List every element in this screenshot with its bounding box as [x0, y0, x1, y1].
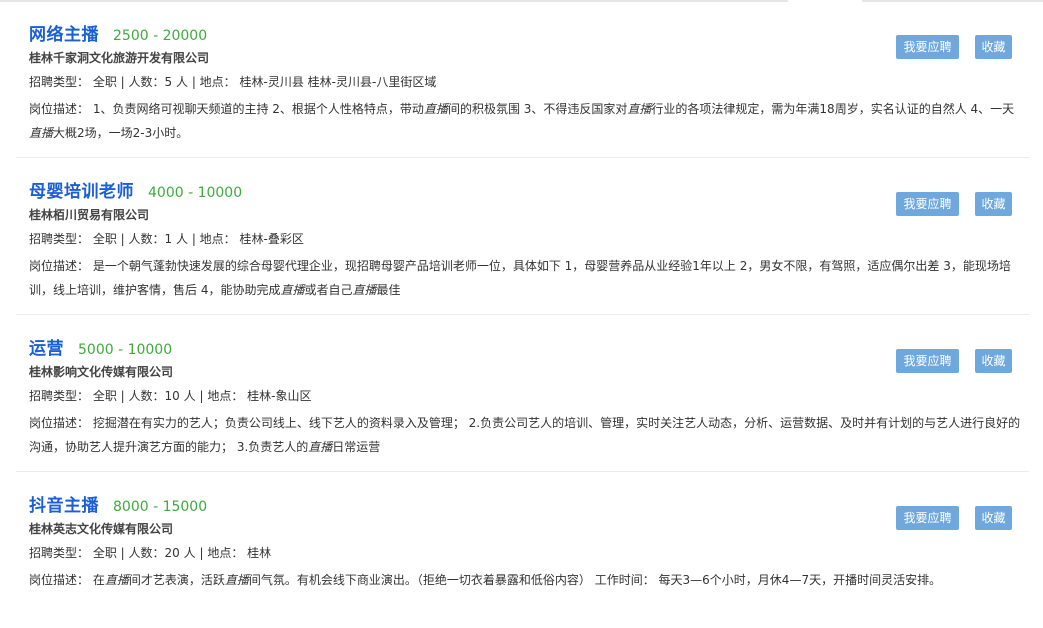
- job-title[interactable]: 运营: [29, 334, 64, 359]
- job-location: 桂林-灵川县 桂林-灵川县-八里街区域: [239, 75, 437, 89]
- job-title-row: 运营 5000 - 10000: [29, 334, 173, 359]
- job-salary: 5000 - 10000: [78, 342, 173, 358]
- type-label: 招聘类型：: [29, 546, 90, 560]
- desc-label: 岗位描述：: [29, 102, 90, 116]
- favorite-button[interactable]: 收藏: [975, 35, 1012, 59]
- job-meta: 招聘类型： 全职 | 人数：10 人 | 地点： 桂林-象山区: [29, 389, 312, 403]
- job-item: 运营 5000 - 10000 桂林影响文化传媒有限公司 招聘类型： 全职 | …: [16, 314, 1029, 472]
- favorite-button[interactable]: 收藏: [975, 192, 1012, 216]
- desc-text: 是一个朝气蓬勃快速发展的综合母婴代理企业，现招聘母婴产品培训老师一位，具体如下 …: [29, 259, 1011, 297]
- job-title[interactable]: 母婴培训老师: [29, 177, 134, 202]
- job-salary: 2500 - 20000: [113, 28, 208, 44]
- job-meta: 招聘类型： 全职 | 人数：20 人 | 地点： 桂林: [29, 546, 272, 560]
- people-label: 人数：: [128, 75, 165, 89]
- job-title-row: 网络主播 2500 - 20000: [29, 20, 208, 45]
- job-item: 抖音主播 8000 - 15000 桂林英志文化传媒有限公司 招聘类型： 全职 …: [16, 471, 1029, 628]
- keyword-highlight: 直播: [29, 126, 54, 140]
- location-label: 地点：: [199, 232, 236, 246]
- desc-text: 大概2场，一场2-3小时。: [53, 126, 189, 140]
- type-label: 招聘类型：: [29, 75, 90, 89]
- job-type: 全职: [92, 389, 117, 403]
- company-name[interactable]: 桂林影响文化传媒有限公司: [29, 363, 173, 380]
- keyword-highlight: 直播: [423, 102, 448, 116]
- company-name[interactable]: 桂林英志文化传媒有限公司: [29, 520, 173, 537]
- job-count: 20 人: [164, 546, 196, 560]
- company-name[interactable]: 桂林千家洞文化旅游开发有限公司: [29, 49, 209, 66]
- keyword-highlight: 直播: [280, 283, 305, 297]
- desc-text: 间的积极氛围 3、不得违反国家对: [447, 102, 628, 116]
- favorite-button[interactable]: 收藏: [975, 506, 1012, 530]
- keyword-highlight: 直播: [224, 573, 249, 587]
- desc-text: 行业的各项法律规定，需为年满18周岁，实名认证的自然人 4、一天: [651, 102, 1015, 116]
- job-salary: 8000 - 15000: [113, 499, 208, 515]
- desc-text: 挖掘潜在有实力的艺人；负责公司线上、线下艺人的资料录入及管理； 2.负责公司艺人…: [29, 416, 1021, 454]
- job-item: 母婴培训老师 4000 - 10000 桂林栢川贸易有限公司 招聘类型： 全职 …: [16, 157, 1029, 315]
- desc-text: 在: [92, 573, 105, 587]
- apply-button[interactable]: 我要应聘: [896, 349, 959, 373]
- job-meta: 招聘类型： 全职 | 人数：5 人 | 地点： 桂林-灵川县 桂林-灵川县-八里…: [29, 75, 437, 89]
- job-salary: 4000 - 10000: [148, 185, 243, 201]
- company-name[interactable]: 桂林栢川贸易有限公司: [29, 206, 149, 223]
- desc-text: 最佳: [376, 283, 401, 297]
- people-label: 人数：: [128, 232, 165, 246]
- apply-button[interactable]: 我要应聘: [896, 506, 959, 530]
- desc-label: 岗位描述：: [29, 416, 90, 430]
- job-title[interactable]: 抖音主播: [29, 491, 99, 516]
- favorite-button[interactable]: 收藏: [975, 349, 1012, 373]
- job-description: 岗位描述： 是一个朝气蓬勃快速发展的综合母婴代理企业，现招聘母婴产品培训老师一位…: [29, 254, 1021, 302]
- job-title-row: 母婴培训老师 4000 - 10000: [29, 177, 243, 202]
- type-label: 招聘类型：: [29, 389, 90, 403]
- desc-text: 或者自己: [304, 283, 353, 297]
- desc-label: 岗位描述：: [29, 259, 90, 273]
- job-item: 网络主播 2500 - 20000 桂林千家洞文化旅游开发有限公司 招聘类型： …: [16, 0, 1029, 158]
- job-meta: 招聘类型： 全职 | 人数：1 人 | 地点： 桂林-叠彩区: [29, 232, 304, 246]
- desc-text: 间才艺表演，活跃: [128, 573, 225, 587]
- keyword-highlight: 直播: [352, 283, 377, 297]
- keyword-highlight: 直播: [308, 440, 333, 454]
- job-location: 桂林-叠彩区: [239, 232, 304, 246]
- job-type: 全职: [92, 546, 117, 560]
- job-type: 全职: [92, 75, 117, 89]
- job-count: 5 人: [164, 75, 188, 89]
- desc-text: 间气氛。有机会线下商业演出。（拒绝一切衣着暴露和低俗内容） 工作时间： 每天3—…: [248, 573, 942, 587]
- job-title-row: 抖音主播 8000 - 15000: [29, 491, 208, 516]
- job-type: 全职: [92, 232, 117, 246]
- job-title[interactable]: 网络主播: [29, 20, 99, 45]
- type-label: 招聘类型：: [29, 232, 90, 246]
- keyword-highlight: 直播: [104, 573, 129, 587]
- desc-text: 1、负责网络可视聊天频道的主持 2、根据个人性格特点，带动: [92, 102, 424, 116]
- location-label: 地点：: [207, 389, 244, 403]
- people-label: 人数：: [128, 389, 165, 403]
- job-count: 10 人: [164, 389, 196, 403]
- job-description: 岗位描述： 1、负责网络可视聊天频道的主持 2、根据个人性格特点，带动直播间的积…: [29, 97, 1021, 145]
- job-location: 桂林: [247, 546, 272, 560]
- job-description: 岗位描述： 挖掘潜在有实力的艺人；负责公司线上、线下艺人的资料录入及管理； 2.…: [29, 411, 1021, 459]
- people-label: 人数：: [128, 546, 165, 560]
- apply-button[interactable]: 我要应聘: [896, 35, 959, 59]
- apply-button[interactable]: 我要应聘: [896, 192, 959, 216]
- desc-text: 日常运营: [332, 440, 381, 454]
- job-description: 岗位描述： 在直播间才艺表演，活跃直播间气氛。有机会线下商业演出。（拒绝一切衣着…: [29, 568, 1021, 592]
- job-count: 1 人: [164, 232, 188, 246]
- location-label: 地点：: [199, 75, 236, 89]
- job-location: 桂林-象山区: [247, 389, 312, 403]
- keyword-highlight: 直播: [627, 102, 652, 116]
- desc-label: 岗位描述：: [29, 573, 90, 587]
- location-label: 地点：: [207, 546, 244, 560]
